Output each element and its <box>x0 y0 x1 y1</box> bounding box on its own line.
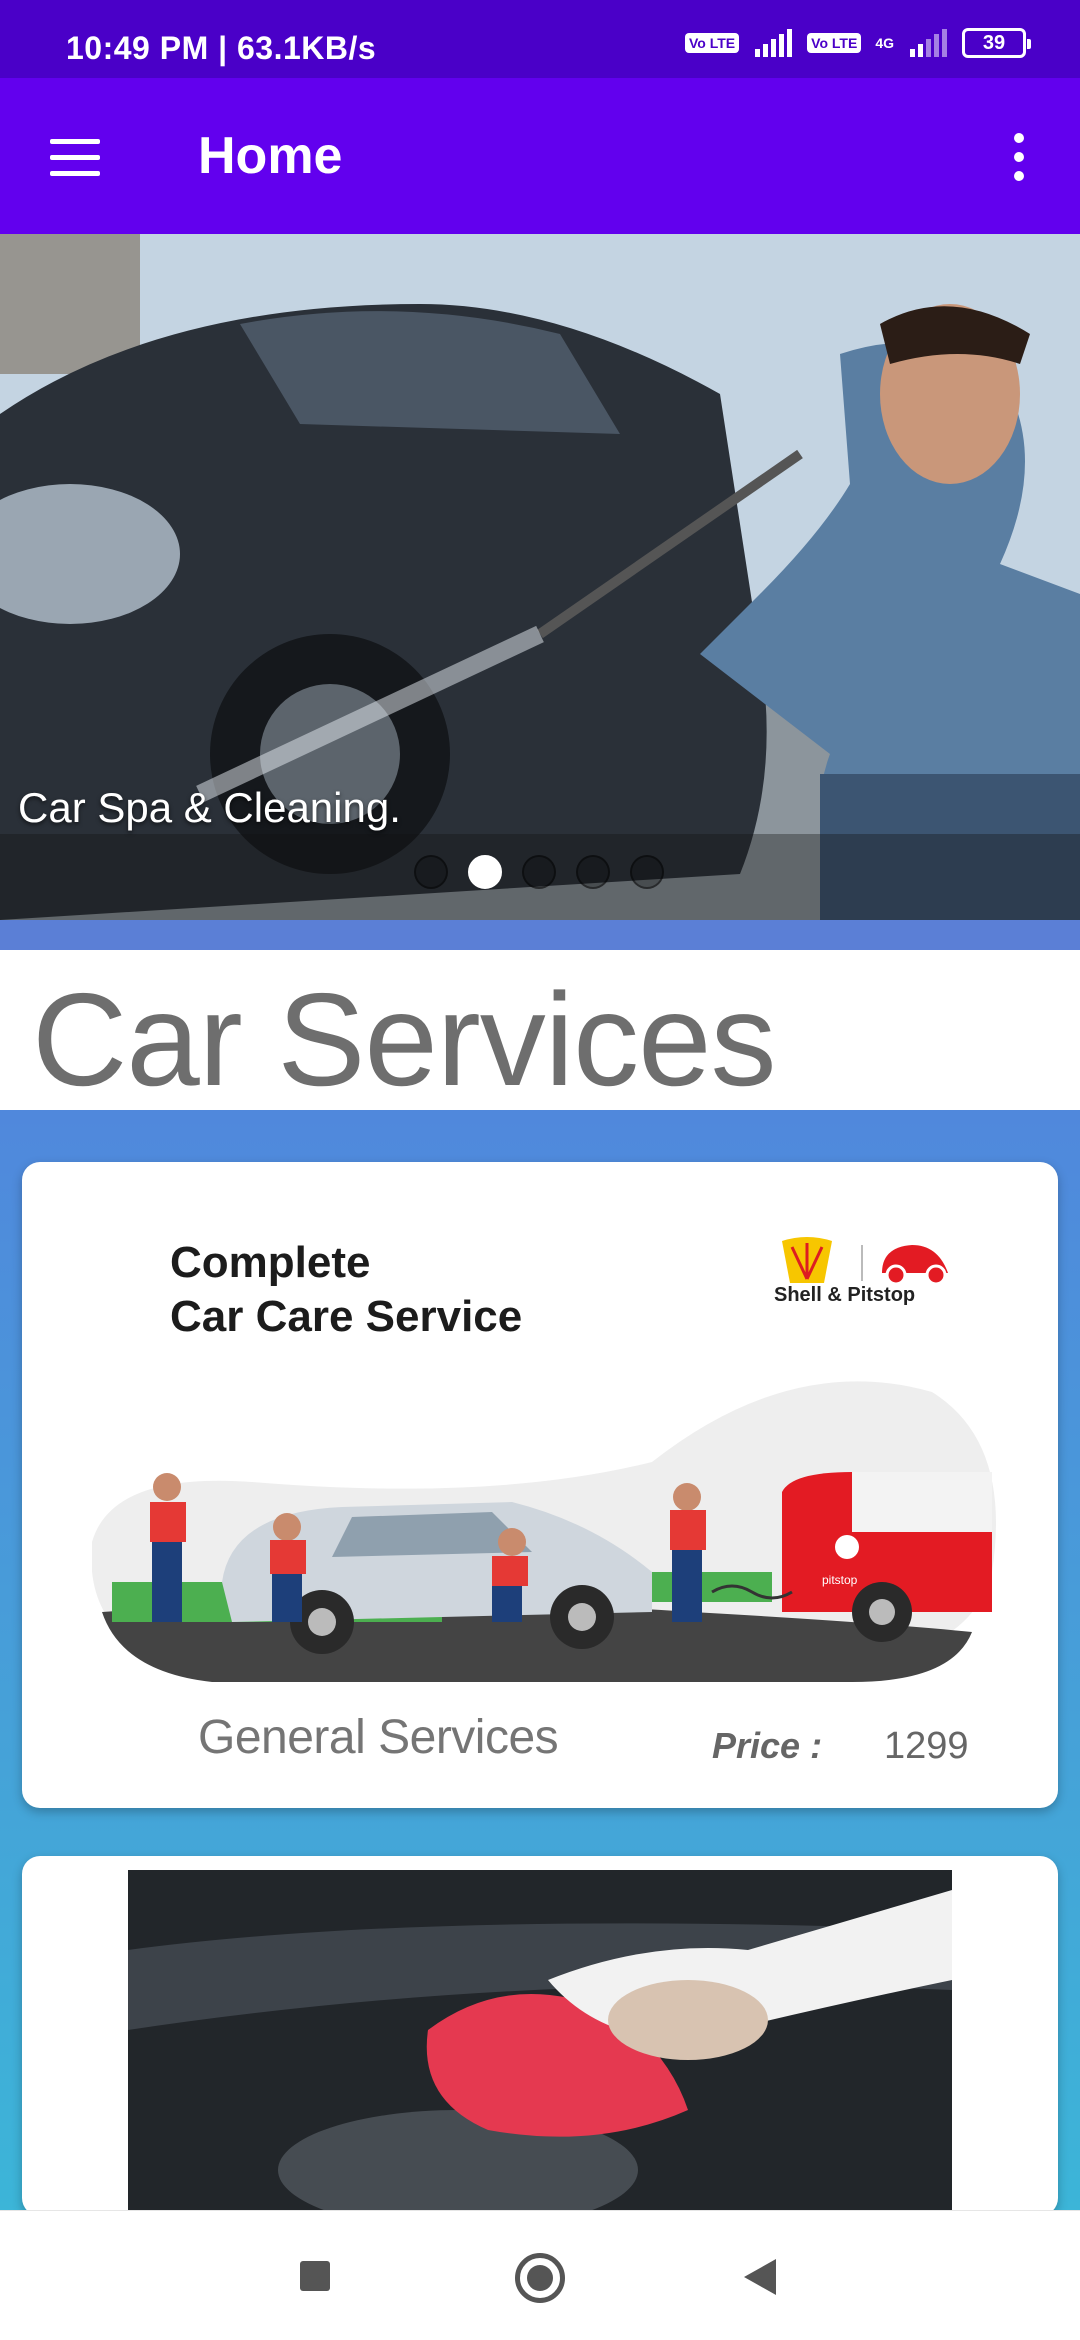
section-title: Car Services <box>32 966 777 1113</box>
volte-icon-2: Vo LTE <box>807 33 862 53</box>
carousel-caption: Car Spa & Cleaning. <box>18 784 401 831</box>
more-vert-icon[interactable] <box>994 122 1044 192</box>
volte-icon: Vo LTE <box>685 33 740 53</box>
image-carousel[interactable]: Car Spa & Cleaning. <box>0 234 1080 920</box>
car-polish-photo <box>128 1870 952 2216</box>
promo-line-1: Complete <box>170 1238 371 1287</box>
carousel-dot[interactable] <box>522 855 556 889</box>
hamburger-menu-icon[interactable] <box>36 122 116 192</box>
service-card[interactable]: Complete Car Care Service Shell & Pitsto… <box>22 1162 1058 1808</box>
recents-icon[interactable] <box>300 2261 330 2291</box>
signal-icon <box>755 29 793 57</box>
page-title: Home <box>198 127 343 185</box>
system-nav-bar <box>0 2210 1080 2340</box>
section-header: Car Services <box>0 950 1080 1113</box>
network-type-label: 4G <box>875 35 894 51</box>
battery-level: 39 <box>982 31 1006 54</box>
carousel-dot[interactable] <box>414 855 448 889</box>
brand-text: Shell & Pitstop <box>774 1284 916 1306</box>
status-bar: 10:49 PM | 63.1KB/s Vo LTE Vo LTE 4G 39 <box>0 0 1080 78</box>
carousel-dot-active[interactable] <box>468 855 502 889</box>
car-care-illustration: pitstop <box>92 1381 996 1682</box>
price-label: Price : <box>712 1725 823 1766</box>
van-label: pitstop <box>822 1573 858 1587</box>
price-value: 1299 <box>884 1725 969 1767</box>
back-icon[interactable] <box>744 2259 776 2295</box>
status-icons: Vo LTE Vo LTE 4G 39 <box>685 28 1031 58</box>
battery-icon: 39 <box>962 28 1031 58</box>
status-time: 10:49 PM | 63.1KB/s <box>66 30 377 66</box>
carousel-indicator <box>414 855 664 889</box>
signal-icon-2 <box>910 29 947 57</box>
service-card-2[interactable] <box>22 1856 1058 2216</box>
carousel-dot[interactable] <box>630 855 664 889</box>
app-bar: Home <box>0 78 1080 234</box>
carousel-dot[interactable] <box>576 855 610 889</box>
divider-strip <box>0 920 1080 950</box>
home-icon[interactable] <box>515 2253 565 2303</box>
service-name: General Services <box>198 1711 559 1764</box>
